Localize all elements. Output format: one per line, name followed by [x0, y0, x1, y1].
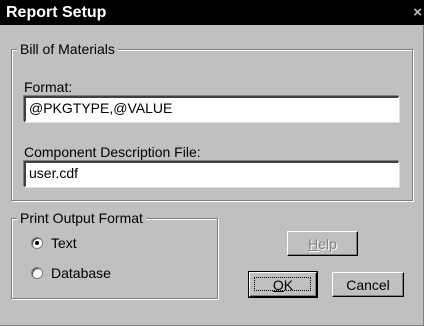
- ok-button[interactable]: OK: [248, 271, 318, 298]
- radio-selected-dot: [35, 241, 39, 245]
- format-label: Format:: [24, 79, 73, 95]
- format-input[interactable]: @PKGTYPE,@VALUE: [24, 96, 399, 122]
- radio-database[interactable]: Database: [31, 264, 151, 282]
- report-setup-dialog: Report Setup × Bill of Materials Format:…: [0, 0, 424, 326]
- radio-text-button[interactable]: [31, 237, 43, 249]
- radio-database-label: Database: [51, 265, 111, 281]
- window-title: Report Setup: [6, 4, 107, 21]
- cdf-label: Component Description File:: [24, 144, 201, 160]
- bill-of-materials-legend: Bill of Materials: [17, 41, 118, 57]
- help-label-rest: elp: [318, 236, 337, 252]
- print-output-format-legend: Print Output Format: [17, 210, 146, 226]
- cancel-button[interactable]: Cancel: [332, 272, 404, 297]
- focus-rect: [254, 277, 311, 291]
- help-button[interactable]: Help: [287, 231, 358, 256]
- close-icon[interactable]: ×: [404, 3, 424, 22]
- help-mnemonic: H: [308, 236, 319, 252]
- radio-text[interactable]: Text: [31, 234, 151, 252]
- title-bar[interactable]: Report Setup ×: [0, 0, 424, 25]
- radio-text-label: Text: [51, 235, 77, 251]
- radio-database-button[interactable]: [31, 267, 43, 279]
- component-description-file-input[interactable]: user.cdf: [24, 161, 399, 187]
- print-output-format-group: [11, 218, 218, 299]
